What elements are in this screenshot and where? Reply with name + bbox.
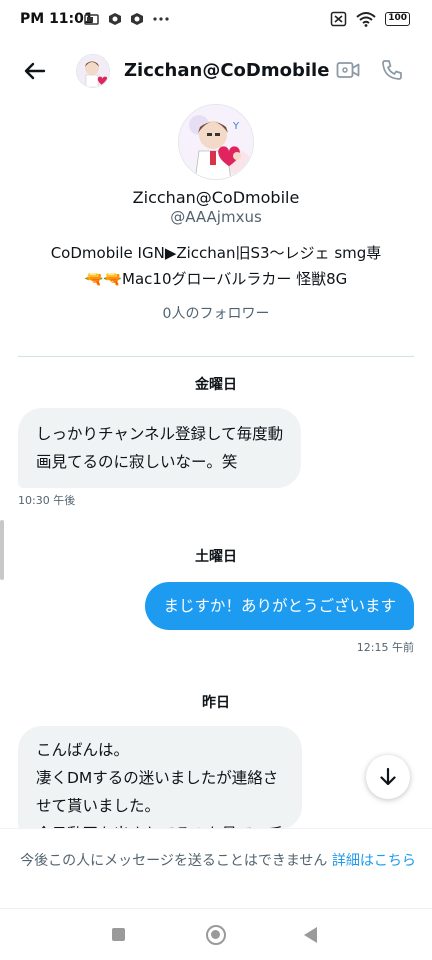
home-button[interactable] [206,925,226,945]
profile-bio-line: 🔫🔫Mac10グローバルラカー 怪獣8G [84,270,348,288]
recent-apps-button[interactable] [112,928,125,941]
profile-handle: @AAAjmxus [170,208,262,226]
message-text: まじすか！ありがとうございます [163,597,396,615]
arrow-down-icon [380,767,396,786]
sim-icon [84,14,99,25]
message-bubble-received[interactable]: しっかりチャンネル登録して毎度動 画見てるのに寂しいなー。笑 [18,408,302,488]
day-separator: 金曜日 [195,377,237,393]
no-sim-icon [330,11,347,27]
app-notification-icon [109,13,121,25]
video-call-icon [336,62,360,78]
learn-more-link[interactable]: 詳細はこちら [332,853,416,869]
svg-text:Y: Y [232,121,240,132]
message-text: 画見てるのに寂しいなー。笑 [36,453,238,471]
status-time: PM 11:01 [20,11,94,27]
notice-text: 今後この人にメッセージを送ることはできません [20,853,328,869]
scrollbar[interactable] [0,520,4,580]
section-divider [18,356,414,357]
message-timestamp: 12:15 午前 [356,641,414,654]
message-bubble-sent[interactable]: まじすか！ありがとうございます [145,582,414,630]
app-notification-icon [131,13,143,25]
message-text: 凄くDMするの迷いましたが連絡さ [36,769,279,787]
header-avatar[interactable] [76,54,110,88]
follower-count[interactable]: 0人のフォロワー [0,303,432,323]
back-button[interactable] [20,56,50,86]
avatar-illustration-icon [77,55,109,87]
message-timestamp: 10:30 午後 [18,494,76,507]
system-navigation-bar [0,908,432,960]
message-text: しっかりチャンネル登録して毎度動 [36,425,284,443]
header-title[interactable]: Zicchan@CoDmobile [124,60,329,81]
status-bar: PM 11:01 100 [0,0,432,40]
message-bubble-received[interactable]: こんばんは。 凄くDMするの迷いましたが連絡さ せて貰いました。 今日動画を出さ… [18,726,302,830]
more-dots-icon [153,17,169,21]
scroll-to-bottom-button[interactable] [366,755,410,799]
conversation-header: Zicchan@CoDmobile [0,40,432,102]
profile-name: Zicchan@CoDmobile [132,188,300,207]
video-call-button[interactable] [336,59,360,85]
day-separator: 昨日 [202,695,230,711]
phone-call-icon [382,60,402,80]
system-back-button[interactable] [304,927,317,943]
battery-icon: 100 [385,12,410,26]
message-text: こんばんは。 [36,741,130,759]
profile-bio-line: CoDmobile IGN▶Zicchan旧S3〜レジェ smg専 [50,244,382,262]
messaging-restricted-notice: 今後この人にメッセージを送ることはできません 詳細はこちら [0,828,432,910]
phone-call-button[interactable] [380,58,404,86]
day-separator: 土曜日 [195,549,237,565]
back-arrow-icon [24,62,46,80]
wifi-icon [356,12,376,27]
profile-avatar[interactable]: Y [178,104,254,180]
avatar-illustration-icon: Y [179,105,253,179]
message-text: せて貰いました。 [36,797,161,815]
